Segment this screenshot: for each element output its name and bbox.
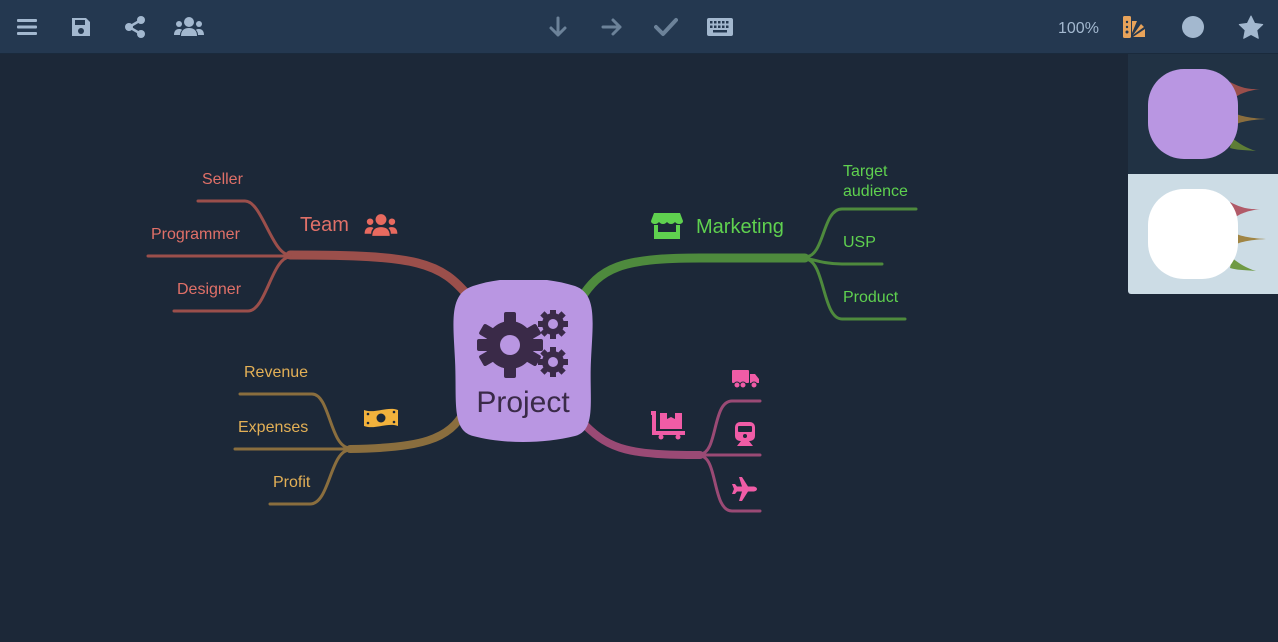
zoom-level[interactable]: 100% (1058, 20, 1099, 38)
node-seller[interactable]: Seller (202, 171, 243, 189)
menu-button[interactable] (10, 10, 44, 44)
keyboard-button[interactable] (703, 10, 737, 44)
shape-button[interactable] (1176, 10, 1210, 44)
favorite-button[interactable] (1234, 10, 1268, 44)
palette-icon (1123, 16, 1145, 38)
target-line-2: audience (843, 183, 908, 200)
check-icon (654, 18, 678, 36)
plane-icon[interactable] (732, 477, 758, 501)
arrow-right-icon (601, 18, 622, 36)
theme-panel (1128, 54, 1278, 294)
node-profit[interactable]: Profit (273, 474, 310, 492)
node-expenses[interactable]: Expenses (238, 419, 308, 437)
root-label: Project (476, 386, 570, 419)
save-button[interactable] (64, 10, 98, 44)
node-usp[interactable]: USP (843, 234, 876, 252)
toolbar: 100% (0, 0, 1278, 54)
node-revenue[interactable]: Revenue (244, 364, 308, 382)
theme-option-light[interactable] (1128, 174, 1278, 294)
gears-icon (477, 310, 568, 378)
node-marketing[interactable]: Marketing (696, 216, 784, 239)
node-team[interactable]: Team (300, 214, 349, 237)
root-node[interactable]: Project (453, 280, 593, 442)
train-icon[interactable] (734, 422, 756, 446)
menu-icon (17, 19, 37, 35)
move-right-button[interactable] (595, 10, 629, 44)
theme-preview-light (1148, 189, 1266, 279)
confirm-button[interactable] (649, 10, 683, 44)
users-icon (174, 17, 204, 36)
theme-button[interactable] (1117, 10, 1151, 44)
arrow-down-icon (549, 16, 567, 37)
theme-option-dark[interactable] (1128, 54, 1278, 174)
keyboard-icon (707, 18, 733, 36)
store-icon (651, 213, 683, 239)
collaborate-button[interactable] (170, 10, 208, 44)
mindmap-canvas[interactable] (0, 54, 1278, 642)
share-button[interactable] (118, 10, 152, 44)
node-target-audience[interactable]: Target audience (843, 162, 908, 202)
save-icon (72, 18, 90, 36)
truck-icon[interactable] (732, 369, 760, 389)
star-icon (1238, 15, 1264, 39)
circle-icon (1182, 16, 1204, 38)
share-icon (125, 16, 145, 38)
money-bill-icon[interactable] (363, 406, 399, 430)
theme-preview-dark (1148, 69, 1266, 159)
dolly-icon[interactable] (651, 410, 685, 440)
target-line-1: Target (843, 163, 888, 180)
move-down-button[interactable] (541, 10, 575, 44)
users-icon (364, 214, 398, 236)
node-designer[interactable]: Designer (177, 281, 241, 299)
node-programmer[interactable]: Programmer (151, 226, 240, 244)
node-product[interactable]: Product (843, 289, 898, 307)
finance-branch-lines (233, 392, 469, 506)
